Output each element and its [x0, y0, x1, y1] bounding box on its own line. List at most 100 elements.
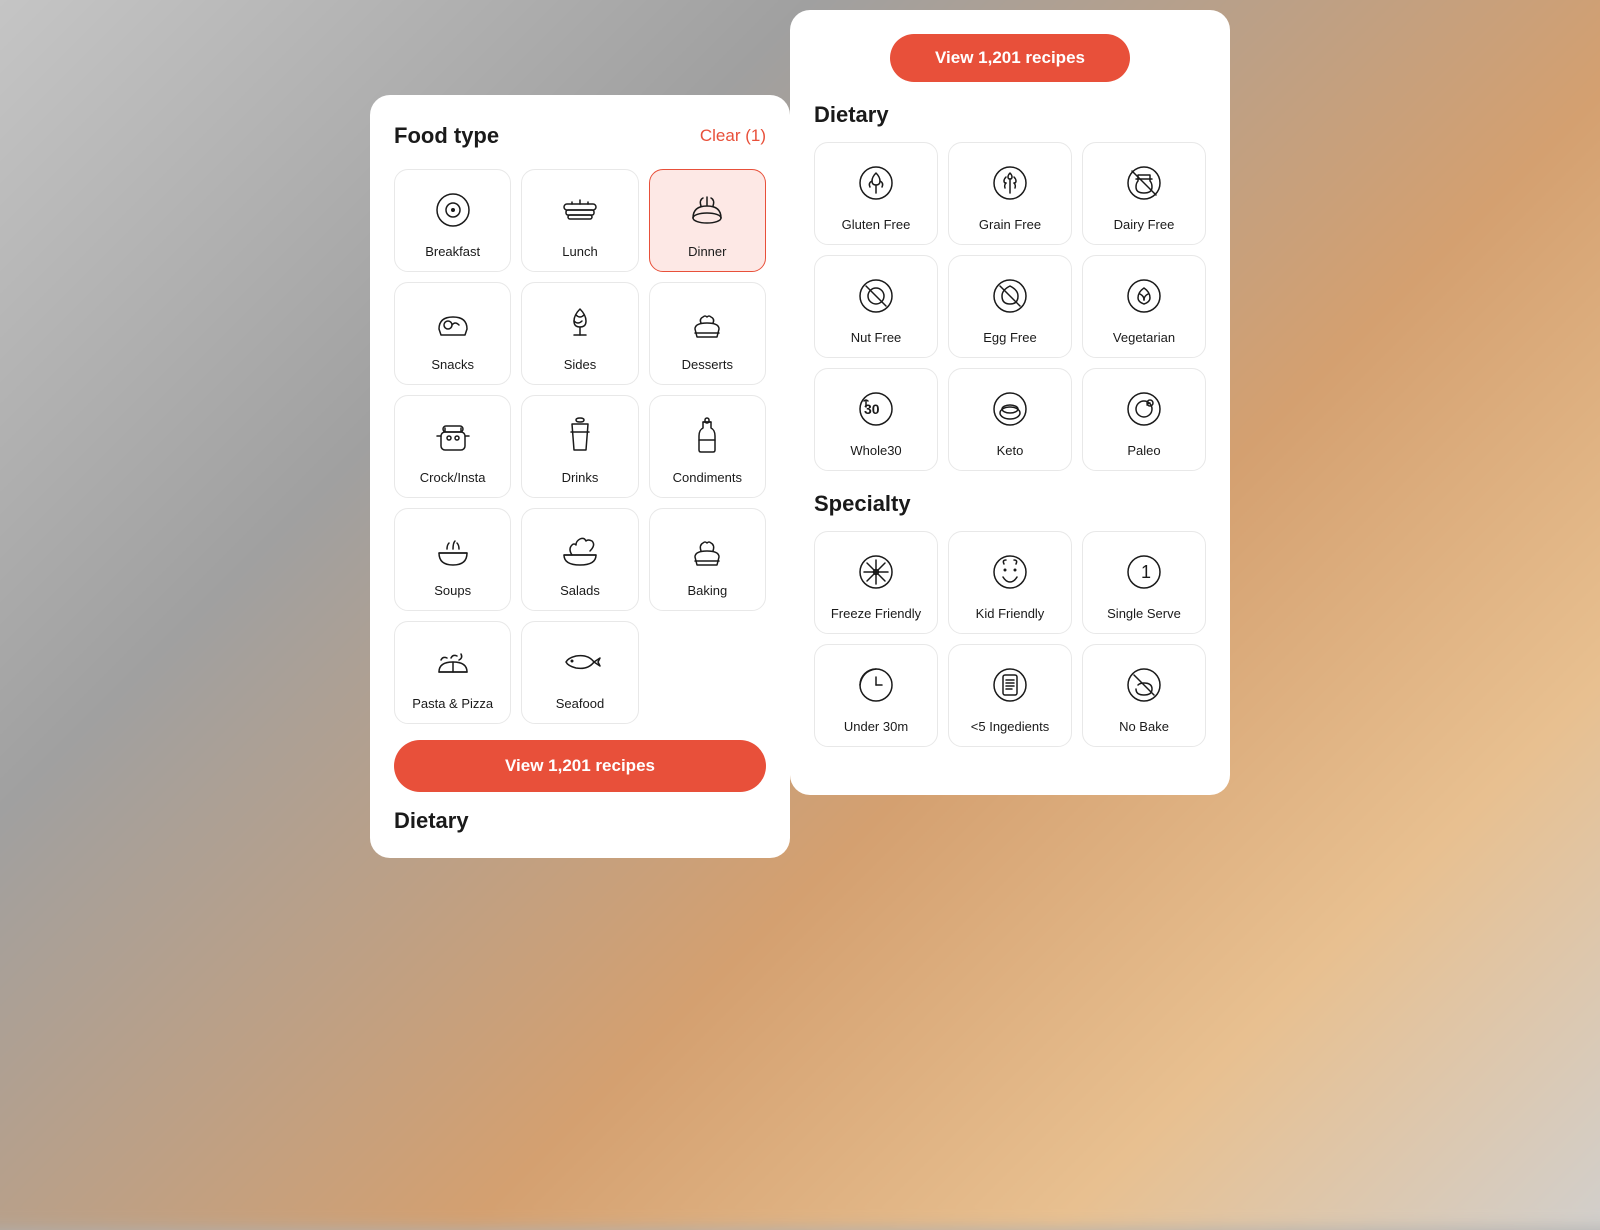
dietary-section-title: Dietary [814, 102, 1206, 128]
view-recipes-button-left[interactable]: View 1,201 recipes [394, 740, 766, 792]
food-item-sides[interactable]: Sides [521, 282, 638, 385]
view-recipes-button-top[interactable]: View 1,201 recipes [890, 34, 1130, 82]
grain-free-label: Grain Free [979, 217, 1041, 232]
freeze-friendly-label: Freeze Friendly [831, 606, 921, 621]
food-item-salads[interactable]: Salads [521, 508, 638, 611]
pasta-pizza-label: Pasta & Pizza [412, 696, 493, 711]
5-ingredients-label: <5 Ingedients [971, 719, 1049, 734]
food-item-desserts[interactable]: Desserts [649, 282, 766, 385]
condiments-label: Condiments [673, 470, 742, 485]
breakfast-label: Breakfast [425, 244, 480, 259]
specialty-item-no-bake[interactable]: No Bake [1082, 644, 1206, 747]
dietary-panel: View 1,201 recipes Dietary Gluten Free [790, 10, 1230, 795]
breakfast-icon [429, 186, 477, 234]
gluten-free-icon [852, 159, 900, 207]
food-item-pasta-pizza[interactable]: Pasta & Pizza [394, 621, 511, 724]
vegetarian-label: Vegetarian [1113, 330, 1175, 345]
drinks-icon [556, 412, 604, 460]
freeze-friendly-icon [852, 548, 900, 596]
dietary-item-dairy-free[interactable]: Dairy Free [1082, 142, 1206, 245]
food-item-snacks[interactable]: Snacks [394, 282, 511, 385]
paleo-icon [1120, 385, 1168, 433]
single-serve-icon: 1 [1120, 548, 1168, 596]
specialty-item-single-serve[interactable]: 1 Single Serve [1082, 531, 1206, 634]
dietary-item-whole30[interactable]: 30 Whole30 [814, 368, 938, 471]
keto-icon [986, 385, 1034, 433]
dairy-free-icon [1120, 159, 1168, 207]
svg-text:1: 1 [1141, 562, 1151, 582]
dietary-item-grain-free[interactable]: Grain Free [948, 142, 1072, 245]
vegetarian-icon [1120, 272, 1168, 320]
soups-icon [429, 525, 477, 573]
food-item-dinner[interactable]: Dinner [649, 169, 766, 272]
baking-label: Baking [687, 583, 727, 598]
under-30m-icon [852, 661, 900, 709]
no-bake-label: No Bake [1119, 719, 1169, 734]
crock-icon [429, 412, 477, 460]
egg-free-label: Egg Free [983, 330, 1036, 345]
panel-header: Food type Clear (1) [394, 123, 766, 149]
egg-free-icon [986, 272, 1034, 320]
no-bake-icon [1120, 661, 1168, 709]
keto-label: Keto [997, 443, 1024, 458]
dinner-icon [683, 186, 731, 234]
food-type-panel: Food type Clear (1) Breakfast [370, 95, 790, 858]
specialty-item-kid-friendly[interactable]: Kid Friendly [948, 531, 1072, 634]
grain-free-icon [986, 159, 1034, 207]
crock-label: Crock/Insta [420, 470, 486, 485]
specialty-title: Specialty [814, 491, 1206, 517]
baking-icon [683, 525, 731, 573]
snacks-icon [429, 299, 477, 347]
nut-free-label: Nut Free [851, 330, 902, 345]
food-item-seafood[interactable]: Seafood [521, 621, 638, 724]
gluten-free-label: Gluten Free [842, 217, 911, 232]
whole30-label: Whole30 [850, 443, 901, 458]
salads-label: Salads [560, 583, 600, 598]
kid-friendly-label: Kid Friendly [976, 606, 1045, 621]
dairy-free-label: Dairy Free [1114, 217, 1175, 232]
food-item-condiments[interactable]: Condiments [649, 395, 766, 498]
single-serve-label: Single Serve [1107, 606, 1181, 621]
sides-icon [556, 299, 604, 347]
food-item-drinks[interactable]: Drinks [521, 395, 638, 498]
desserts-icon [683, 299, 731, 347]
food-item-lunch[interactable]: Lunch [521, 169, 638, 272]
seafood-label: Seafood [556, 696, 604, 711]
food-item-soups[interactable]: Soups [394, 508, 511, 611]
dinner-label: Dinner [688, 244, 726, 259]
food-item-baking[interactable]: Baking [649, 508, 766, 611]
whole30-icon: 30 [852, 385, 900, 433]
lunch-icon [556, 186, 604, 234]
condiments-icon [683, 412, 731, 460]
pasta-pizza-icon [429, 638, 477, 686]
drinks-label: Drinks [562, 470, 599, 485]
food-item-crock-insta[interactable]: Crock/Insta [394, 395, 511, 498]
specialty-item-under-30m[interactable]: Under 30m [814, 644, 938, 747]
dietary-title-left: Dietary [394, 808, 766, 834]
soups-label: Soups [434, 583, 471, 598]
kid-friendly-icon [986, 548, 1034, 596]
dietary-grid: Gluten Free Grain Free [814, 142, 1206, 471]
food-type-grid: Breakfast Lunch [394, 169, 766, 724]
specialty-item-5-ingredients[interactable]: <5 Ingedients [948, 644, 1072, 747]
dietary-item-keto[interactable]: Keto [948, 368, 1072, 471]
dietary-item-vegetarian[interactable]: Vegetarian [1082, 255, 1206, 358]
dietary-item-gluten-free[interactable]: Gluten Free [814, 142, 938, 245]
dietary-item-paleo[interactable]: Paleo [1082, 368, 1206, 471]
5-ingredients-icon [986, 661, 1034, 709]
dietary-item-nut-free[interactable]: Nut Free [814, 255, 938, 358]
food-item-breakfast[interactable]: Breakfast [394, 169, 511, 272]
nut-free-icon [852, 272, 900, 320]
specialty-item-freeze-friendly[interactable]: Freeze Friendly [814, 531, 938, 634]
desserts-label: Desserts [682, 357, 733, 372]
sides-label: Sides [564, 357, 597, 372]
paleo-label: Paleo [1127, 443, 1160, 458]
lunch-label: Lunch [562, 244, 597, 259]
specialty-grid: Freeze Friendly Kid Friendly [814, 531, 1206, 747]
panel-title: Food type [394, 123, 499, 149]
under-30m-label: Under 30m [844, 719, 908, 734]
clear-button[interactable]: Clear (1) [700, 126, 766, 146]
dietary-item-egg-free[interactable]: Egg Free [948, 255, 1072, 358]
snacks-label: Snacks [431, 357, 474, 372]
seafood-icon [556, 638, 604, 686]
